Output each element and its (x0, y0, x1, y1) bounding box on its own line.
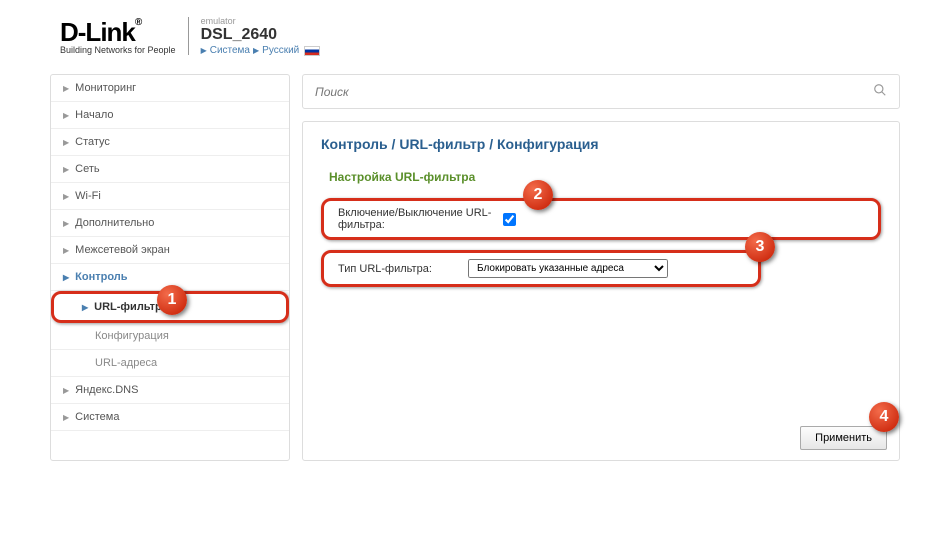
link-system[interactable]: Система (210, 45, 250, 56)
link-language[interactable]: Русский (262, 45, 299, 56)
sidebar-item-network[interactable]: ▶ Сеть (51, 156, 289, 183)
bullet-icon: ▶ (63, 246, 69, 255)
sidebar-label: Система (75, 411, 119, 423)
sidebar-item-wifi[interactable]: ▶ Wi-Fi (51, 183, 289, 210)
bullet-icon: ▶ (63, 165, 69, 174)
bullet-icon: ▶ (63, 111, 69, 120)
sidebar-item-start[interactable]: ▶ Начало (51, 102, 289, 129)
bullet-icon: ▶ (63, 413, 69, 422)
sidebar-item-configuration[interactable]: Конфигурация (51, 323, 289, 350)
annotation-badge-1: 1 (157, 285, 187, 315)
annotation-badge-3: 3 (745, 232, 775, 262)
search-input[interactable] (315, 85, 873, 99)
bullet-icon: ▶ (82, 303, 88, 312)
sidebar-label: URL-фильтр (94, 301, 162, 313)
sidebar-label: Мониторинг (75, 82, 136, 94)
sidebar-label: URL-адреса (95, 357, 157, 369)
breadcrumb: Контроль / URL-фильтр / Конфигурация (321, 136, 881, 152)
enable-checkbox[interactable] (503, 213, 516, 226)
sidebar-item-firewall[interactable]: ▶ Межсетевой экран (51, 237, 289, 264)
sidebar-label: Конфигурация (95, 330, 169, 342)
search-box[interactable] (302, 74, 900, 109)
row-filter-type: Тип URL-фильтра: Блокировать указанные а… (321, 250, 761, 287)
sidebar-label: Дополнительно (75, 217, 154, 229)
sidebar-label: Контроль (75, 271, 127, 283)
type-label: Тип URL-фильтра: (338, 263, 468, 275)
apply-button[interactable]: Применить (800, 426, 887, 450)
search-icon[interactable] (873, 83, 887, 100)
sidebar-item-system[interactable]: ▶ Система (51, 404, 289, 431)
sidebar-label: Статус (75, 136, 110, 148)
annotation-badge-2: 2 (523, 180, 553, 210)
emulator-label: emulator (201, 16, 321, 26)
sidebar-item-monitoring[interactable]: ▶ Мониторинг (51, 75, 289, 102)
sidebar-label: Wi-Fi (75, 190, 101, 202)
sidebar-label: Начало (75, 109, 113, 121)
row-enable-filter: Включение/Выключение URL-фильтра: (321, 198, 881, 240)
brand-tagline: Building Networks for People (60, 45, 176, 55)
section-title: Настройка URL-фильтра (329, 170, 881, 184)
flag-ru-icon (304, 46, 320, 56)
sidebar-item-url-addresses[interactable]: URL-адреса (51, 350, 289, 377)
chevron-right-icon: ▶ (201, 46, 207, 55)
sidebar-item-yandex-dns[interactable]: ▶ Яндекс.DNS (51, 377, 289, 404)
sidebar: ▶ Мониторинг ▶ Начало ▶ Статус ▶ Сеть ▶ Wi-Fi… (50, 74, 290, 461)
bullet-icon: ▶ (63, 192, 69, 201)
bullet-icon: ▶ (63, 386, 69, 395)
annotation-badge-4: 4 (869, 402, 899, 432)
sidebar-item-status[interactable]: ▶ Статус (51, 129, 289, 156)
sidebar-item-advanced[interactable]: ▶ Дополнительно (51, 210, 289, 237)
brand-text: D-Link (60, 17, 135, 47)
bullet-icon: ▶ (63, 138, 69, 147)
bullet-icon: ▶ (63, 84, 69, 93)
bullet-icon: ▶ (63, 219, 69, 228)
model-label: DSL_2640 (201, 26, 321, 44)
sidebar-label: Межсетевой экран (75, 244, 170, 256)
sidebar-label: Яндекс.DNS (75, 384, 138, 396)
enable-label: Включение/Выключение URL-фильтра: (338, 207, 503, 231)
content-panel: Контроль / URL-фильтр / Конфигурация Нас… (302, 121, 900, 461)
header-divider (188, 17, 189, 55)
sidebar-label: Сеть (75, 163, 99, 175)
brand-logo: D-Link® Building Networks for People (60, 17, 176, 55)
header: D-Link® Building Networks for People emu… (20, 8, 930, 64)
bullet-icon: ▶ (63, 273, 69, 282)
filter-type-select[interactable]: Блокировать указанные адреса (468, 259, 668, 278)
chevron-right-icon: ▶ (253, 46, 259, 55)
